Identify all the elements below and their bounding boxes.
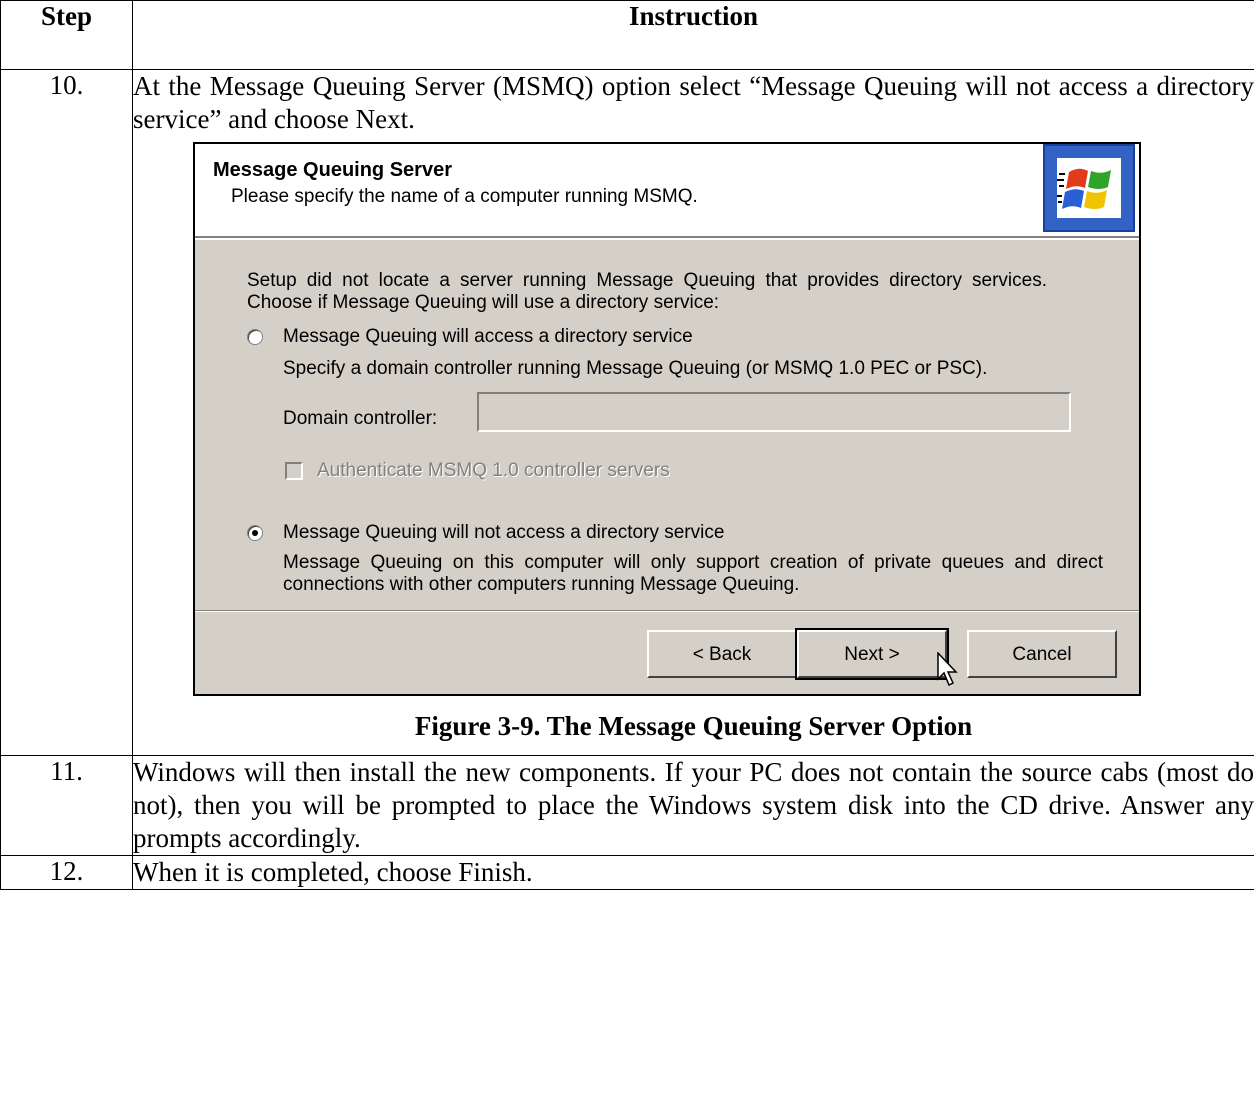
authenticate-checkbox-label: Authenticate MSMQ 1.0 controller servers <box>317 460 670 481</box>
dialog-header: Message Queuing Server Please specify th… <box>195 144 1139 240</box>
radio-no-directory[interactable]: Message Queuing will not access a direct… <box>247 516 724 549</box>
dialog-intro: Setup did not locate a server running Me… <box>247 270 1047 313</box>
dialog-subtitle: Please specify the name of a computer ru… <box>231 186 698 207</box>
msmq-dialog: Message Queuing Server Please specify th… <box>193 142 1141 696</box>
mouse-pointer-icon <box>937 652 958 687</box>
domain-controller-input[interactable] <box>477 392 1071 432</box>
next-button[interactable]: Next > <box>795 628 949 680</box>
table-header-row: Step Instruction <box>0 0 1254 70</box>
domain-controller-label: Domain controller: <box>283 408 438 429</box>
radio-access-directory[interactable]: Message Queuing will access a directory … <box>247 320 693 353</box>
radio-access-label: Message Queuing will access a directory … <box>283 326 693 347</box>
radio-button[interactable] <box>247 328 263 345</box>
header-instruction: Instruction <box>132 0 1254 70</box>
table-row: 11. Windows will then install the new co… <box>0 755 1254 856</box>
step-number: 10. <box>0 69 133 756</box>
instruction-text: Windows will then install the new compon… <box>132 755 1254 856</box>
radio-button-selected[interactable] <box>247 524 263 541</box>
dialog-body: Setup did not locate a server running Me… <box>195 240 1139 600</box>
steps-table: Step Instruction 10. At the Message Queu… <box>0 0 1254 890</box>
access-description: Specify a domain controller running Mess… <box>283 358 988 379</box>
radio-no-access-label: Message Queuing will not access a direct… <box>283 522 725 543</box>
back-button[interactable]: < Back <box>647 630 797 678</box>
table-row: 10. At the Message Queuing Server (MSMQ)… <box>0 69 1254 756</box>
authenticate-checkbox-row[interactable]: Authenticate MSMQ 1.0 controller servers <box>285 454 670 487</box>
header-step: Step <box>0 0 133 70</box>
figure-caption: Figure 3-9. The Message Queuing Server O… <box>414 711 973 741</box>
instruction-cell: At the Message Queuing Server (MSMQ) opt… <box>132 69 1254 756</box>
instruction-text: At the Message Queuing Server (MSMQ) opt… <box>133 71 1254 134</box>
windows-logo-icon <box>1043 144 1135 232</box>
cancel-button[interactable]: Cancel <box>967 630 1117 678</box>
instruction-text: When it is completed, choose Finish. <box>132 855 1254 890</box>
no-access-description: Message Queuing on this computer will on… <box>283 552 1103 595</box>
table-row: 12. When it is completed, choose Finish. <box>0 855 1254 890</box>
button-separator <box>195 610 1139 612</box>
authenticate-checkbox[interactable] <box>285 461 303 480</box>
step-number: 11. <box>0 755 133 856</box>
step-number: 12. <box>0 855 133 890</box>
next-button-label: Next > <box>844 643 900 665</box>
